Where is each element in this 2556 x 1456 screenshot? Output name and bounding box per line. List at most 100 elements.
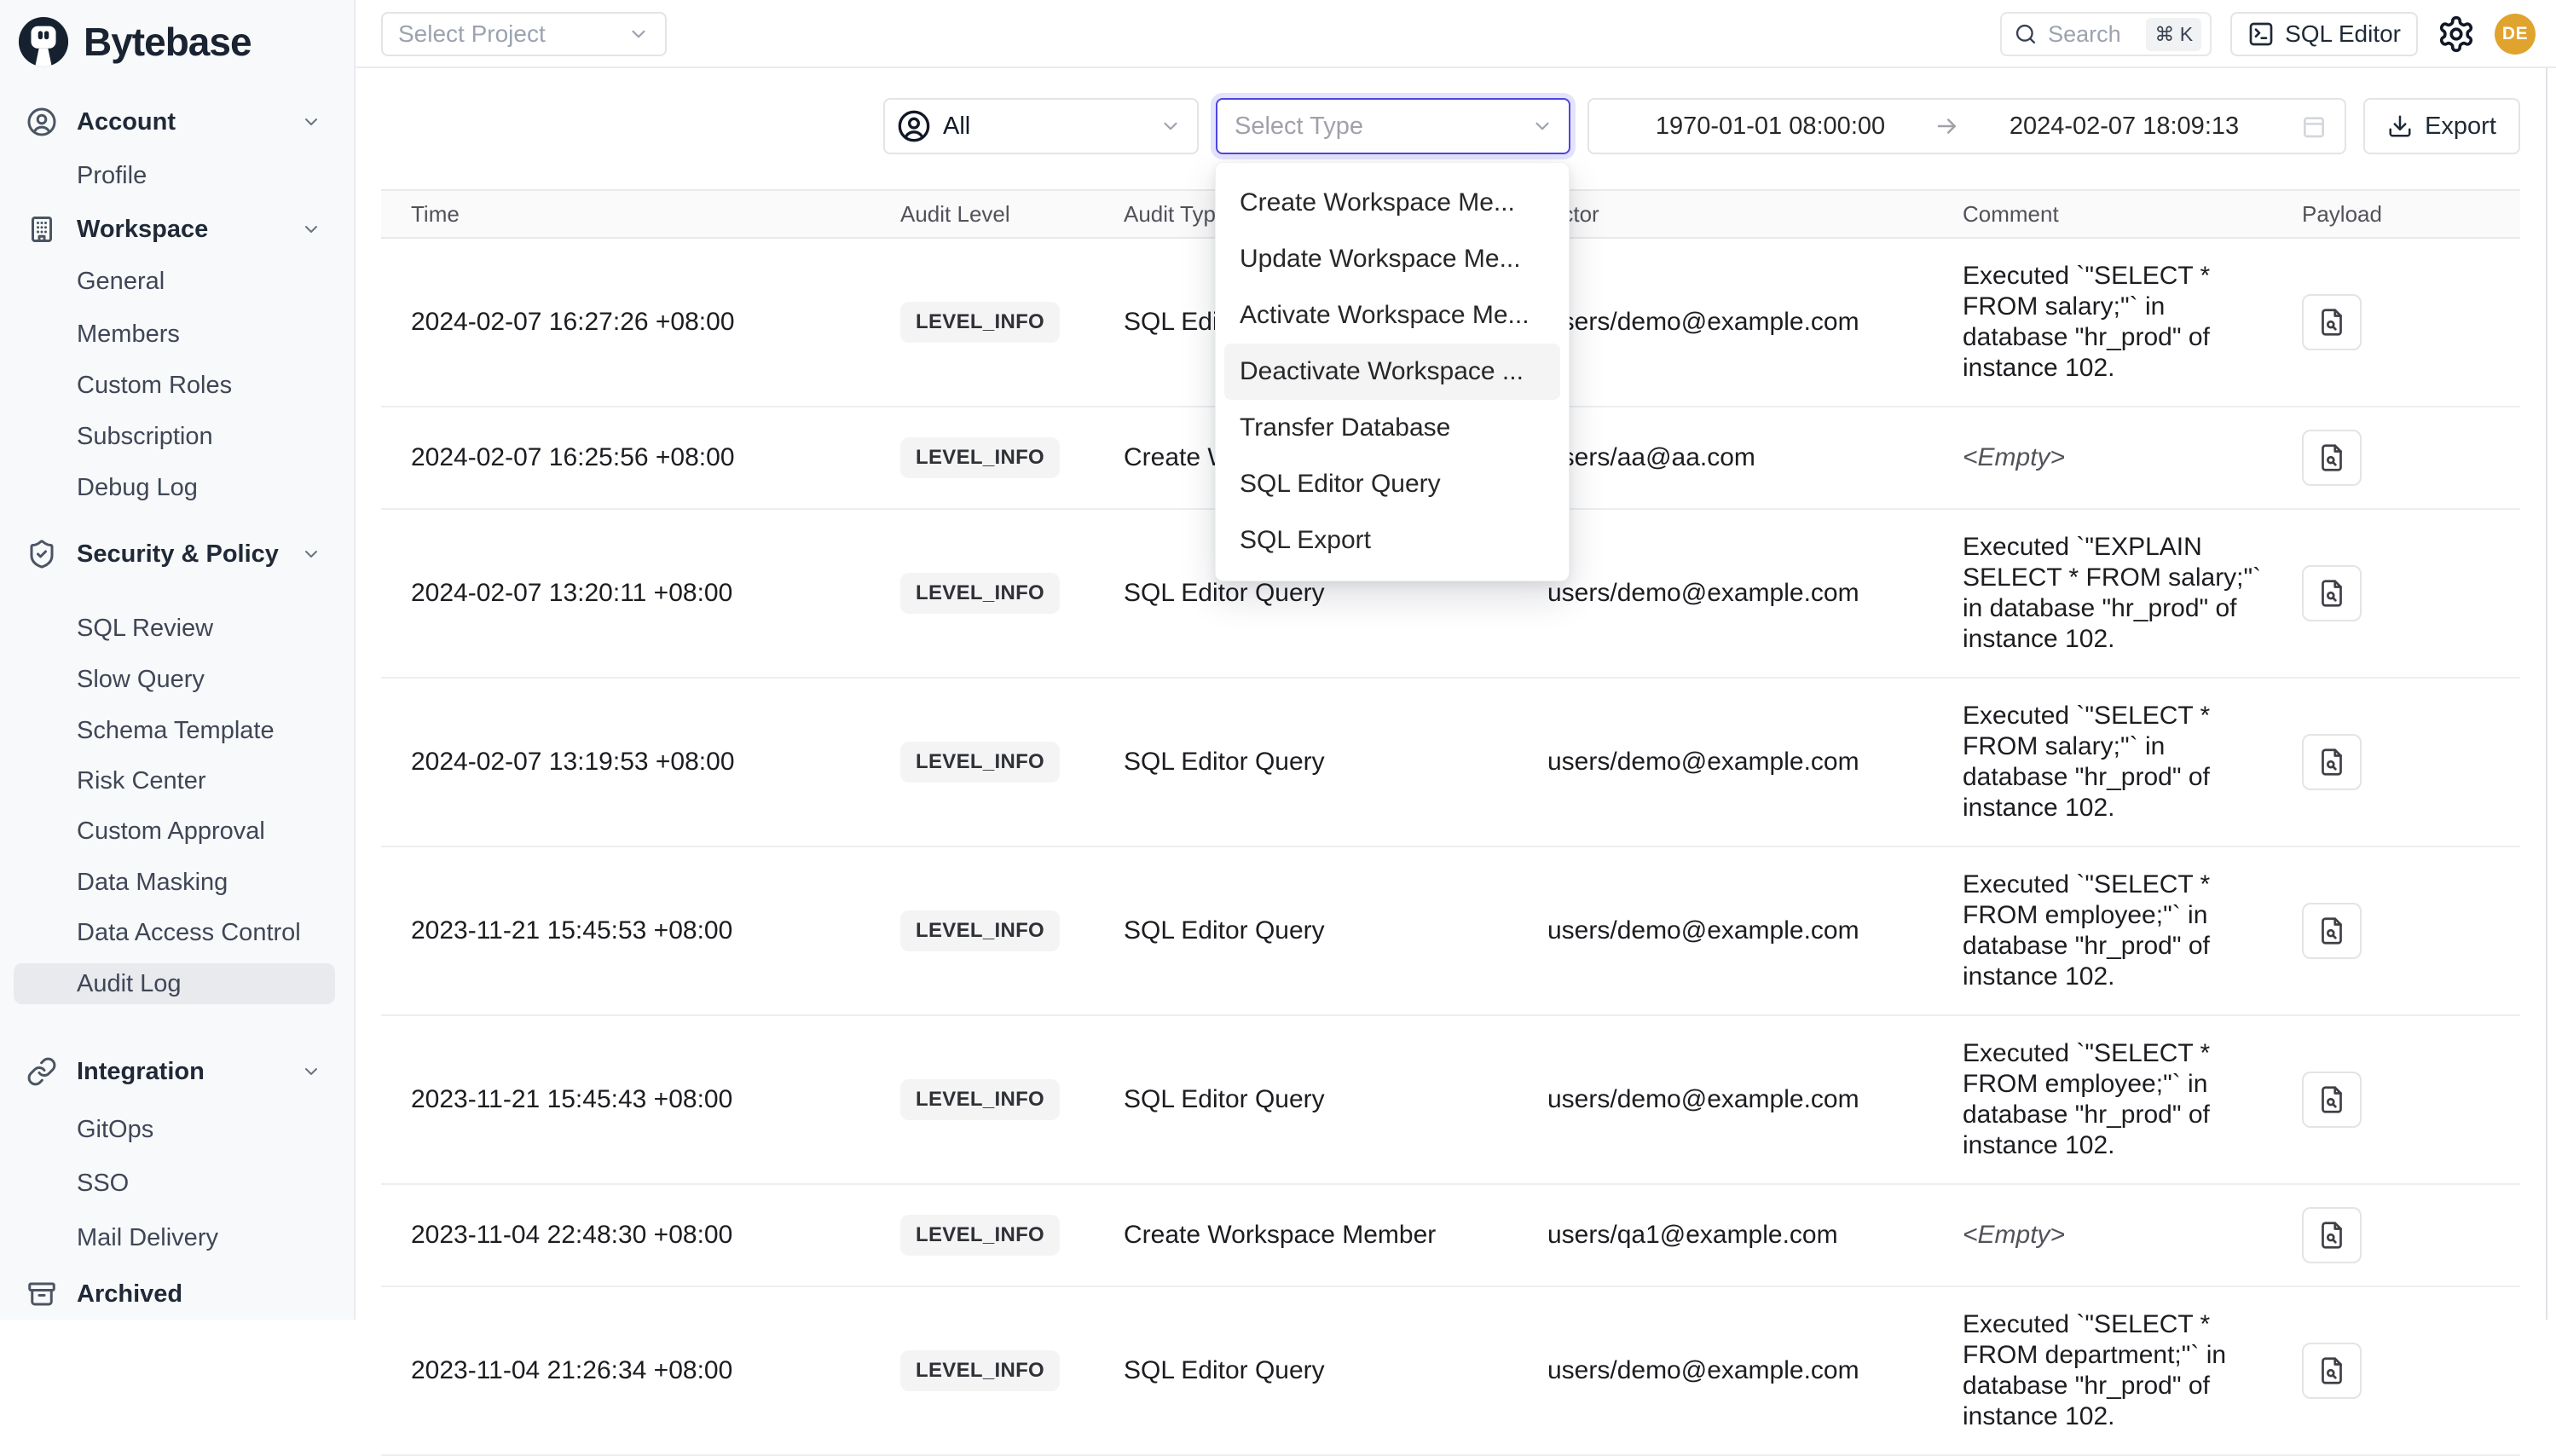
type-menu-item-activate-workspace-me[interactable]: Activate Workspace Me... [1216,287,1569,344]
search-input[interactable]: Search ⌘ K [2000,12,2212,56]
date-end-value[interactable]: 2024-02-07 18:09:13 [1960,113,2288,141]
avatar-initials: DE [2502,24,2528,44]
type-menu-item-create-workspace-me[interactable]: Create Workspace Me... [1216,175,1569,231]
avatar[interactable]: DE [2495,14,2536,55]
row-comment: Executed `"SELECT * FROM salary;"` in da… [1963,261,2270,384]
sidebar-item-schema-template[interactable]: Schema Template [0,705,356,756]
payload-view-button[interactable] [2302,430,2362,486]
date-range-picker[interactable]: 1970-01-01 08:00:00 2024-02-07 18:09:13 [1587,98,2346,154]
table-row: 2023-11-21 15:45:53 +08:00LEVEL_INFOSQL … [381,847,2520,1016]
project-select[interactable]: Select Project [381,12,667,56]
type-menu-item-sql-export[interactable]: SQL Export [1216,512,1569,569]
sidebar-item-subscription[interactable]: Subscription [0,411,356,462]
sidebar-item-mail-delivery[interactable]: Mail Delivery [0,1212,356,1263]
sidebar-label: Members [77,321,180,349]
sidebar-label: Subscription [77,423,213,451]
audit-level-badge: LEVEL_INFO [900,1079,1060,1120]
row-actor: users/demo@example.com [1547,579,1859,607]
type-menu-item-deactivate-workspace[interactable]: Deactivate Workspace ... [1224,344,1560,400]
sidebar-label: SSO [77,1170,129,1198]
sidebar-item-slow-query[interactable]: Slow Query [0,654,356,705]
download-icon [2387,113,2413,139]
audit-level-badge: LEVEL_INFO [900,573,1060,614]
sidebar-label: Debug Log [77,474,198,502]
file-search-icon [2316,578,2347,609]
chevron-down-icon [1531,115,1553,137]
table-row: 2023-11-21 15:45:43 +08:00LEVEL_INFOSQL … [381,1016,2520,1185]
file-search-icon [2316,1355,2347,1386]
row-time: 2024-02-07 16:25:56 +08:00 [411,443,735,471]
sidebar-label: Data Access Control [77,919,301,947]
payload-view-button[interactable] [2302,1343,2362,1399]
table-row: 2024-02-07 13:19:53 +08:00LEVEL_INFOSQL … [381,679,2520,847]
payload-view-button[interactable] [2302,903,2362,959]
file-search-icon [2316,442,2347,473]
main-content: Select Project Search ⌘ K SQL Editor DE [356,0,2556,1320]
sidebar-label: Account [77,108,176,136]
type-menu-item-update-workspace-me[interactable]: Update Workspace Me... [1216,231,1569,287]
sidebar-label: Schema Template [77,717,275,745]
actor-filter-select[interactable]: All [883,98,1199,154]
sidebar-label: Workspace [77,216,208,244]
sidebar-label: Archived [77,1280,182,1309]
brand-wordmark: Bytebase [84,19,252,65]
sidebar-item-gitops[interactable]: GitOps [0,1104,356,1155]
sidebar-item-data-masking[interactable]: Data Masking [0,857,356,908]
sidebar-item-profile[interactable]: Profile [0,150,356,201]
scrollbar[interactable] [2546,68,2547,1320]
sidebar-item-sql-review[interactable]: SQL Review [0,603,356,654]
type-filter-placeholder: Select Type [1235,113,1531,141]
file-search-icon [2316,1084,2347,1115]
row-actor: users/demo@example.com [1547,916,1859,945]
row-time: 2023-11-04 22:48:30 +08:00 [411,1221,732,1249]
row-time: 2023-11-21 15:45:43 +08:00 [411,1085,732,1113]
brand-logo[interactable]: Bytebase [0,0,354,73]
search-placeholder: Search [2048,21,2136,48]
sidebar-section-security-policy[interactable]: Security & Policy [0,529,356,580]
sidebar: Bytebase Account Profile Workspace General M… [0,0,356,1320]
export-button[interactable]: Export [2363,98,2520,154]
chevron-down-icon [301,1061,321,1082]
sidebar-label: Custom Roles [77,372,232,400]
sidebar-item-custom-roles[interactable]: Custom Roles [0,360,356,411]
sidebar-item-general[interactable]: General [0,256,356,307]
project-select-placeholder: Select Project [398,20,546,48]
row-audit-type: Create Workspace Member [1124,1221,1436,1249]
type-filter-select[interactable]: Select Type [1216,98,1570,154]
type-menu-item-sql-editor-query[interactable]: SQL Editor Query [1216,456,1569,512]
payload-view-button[interactable] [2302,1072,2362,1128]
sidebar-label: General [77,268,165,296]
audit-level-badge: LEVEL_INFO [900,1215,1060,1256]
sidebar-item-members[interactable]: Members [0,309,356,360]
sidebar-item-sso[interactable]: SSO [0,1158,356,1209]
sidebar-item-risk-center[interactable]: Risk Center [0,755,356,806]
sidebar-section-archived[interactable]: Archived [0,1268,356,1320]
payload-view-button[interactable] [2302,1207,2362,1263]
chevron-down-icon [301,112,321,132]
sidebar-label: Integration [77,1058,205,1086]
row-audit-type: SQL Editor Query [1124,916,1325,945]
row-audit-type: SQL Editor Query [1124,1356,1325,1384]
date-start-value[interactable]: 1970-01-01 08:00:00 [1606,113,1934,141]
sidebar-label: Mail Delivery [77,1224,218,1252]
sidebar-section-integration[interactable]: Integration [0,1046,356,1097]
settings-gear-icon[interactable] [2437,14,2476,54]
sidebar-item-data-access-control[interactable]: Data Access Control [0,907,356,958]
payload-view-button[interactable] [2302,734,2362,790]
sidebar-item-audit-log[interactable]: Audit Log [0,958,356,1009]
sidebar-section-account[interactable]: Account [0,96,356,147]
sidebar-item-custom-approval[interactable]: Custom Approval [0,806,356,857]
terminal-icon [2247,20,2275,48]
row-comment: Executed `"SELECT * FROM employee;"` in … [1963,870,2270,992]
row-actor: users/qa1@example.com [1547,1221,1838,1249]
export-label: Export [2425,113,2496,141]
sidebar-section-workspace[interactable]: Workspace [0,204,356,255]
topbar-right: Search ⌘ K SQL Editor DE [2000,0,2536,68]
payload-view-button[interactable] [2302,294,2362,350]
sidebar-item-debug-log[interactable]: Debug Log [0,462,356,513]
sql-editor-button[interactable]: SQL Editor [2230,12,2418,56]
type-menu-item-transfer-database[interactable]: Transfer Database [1216,400,1569,456]
building-icon [26,214,57,245]
file-search-icon [2316,747,2347,777]
payload-view-button[interactable] [2302,565,2362,621]
